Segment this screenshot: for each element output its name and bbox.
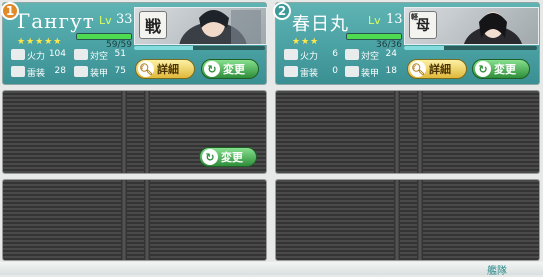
stat-torpedo: 雷装 28 xyxy=(11,65,66,79)
level-label: Lv xyxy=(99,14,112,27)
rarity-stars: ★★★ xyxy=(292,37,320,47)
stat-antiair: 対空 24 xyxy=(345,48,397,62)
hp-bar xyxy=(346,33,402,40)
ship-portrait[interactable]: 軽 母 xyxy=(404,7,539,45)
firepower-icon xyxy=(284,49,298,60)
hp-bar-fill xyxy=(77,34,131,39)
level-value: 13 xyxy=(386,12,403,27)
antiair-icon xyxy=(345,49,359,60)
ship-card-2: 2 春日丸 Lv 13 ★★★ 36/36 軽 母 火力 6 対空 24 雷装 … xyxy=(273,2,540,85)
shutter-seam xyxy=(121,180,127,260)
ship-card-1: 1 Гангут Lv 33 ★★★★★ 59/59 戦 火力 104 対空 5… xyxy=(1,2,267,85)
exp-bar xyxy=(134,46,265,50)
stat-firepower: 火力 104 xyxy=(11,48,66,62)
shutter-seam xyxy=(417,91,423,173)
stat-torpedo: 雷装 0 xyxy=(284,65,338,79)
swap-arrow-icon: ↻ xyxy=(204,61,220,77)
swap-arrow-icon: ↻ xyxy=(475,61,491,77)
detail-button[interactable]: 🔍︎ 詳細 xyxy=(407,59,467,79)
firepower-icon xyxy=(11,49,25,60)
empty-slot-3: ↻ 変更 xyxy=(2,90,267,174)
shutter-seam xyxy=(417,180,423,260)
shutter-seam xyxy=(144,91,150,173)
ship-type-icon: 軽 母 xyxy=(409,11,437,39)
empty-slot-4 xyxy=(275,90,540,174)
stat-armor: 装甲 18 xyxy=(345,65,397,79)
stat-antiair: 対空 51 xyxy=(74,48,126,62)
slot-number-badge: 2 xyxy=(273,2,291,20)
ship-portrait[interactable]: 戦 xyxy=(134,7,267,45)
level-value: 33 xyxy=(116,12,133,27)
bottom-strip xyxy=(0,262,543,275)
exp-bar-fill xyxy=(134,46,193,50)
hp-bar xyxy=(76,33,132,40)
armor-icon xyxy=(74,66,88,77)
exp-bar xyxy=(404,46,537,50)
stat-firepower: 火力 6 xyxy=(284,48,338,62)
antiair-icon xyxy=(74,49,88,60)
shutter-seam xyxy=(394,180,400,260)
rarity-stars: ★★★★★ xyxy=(17,37,63,47)
shutter-seam xyxy=(144,180,150,260)
magnifier-icon: 🔍︎ xyxy=(138,61,154,77)
magnifier-icon: 🔍︎ xyxy=(410,61,426,77)
exp-bar-fill xyxy=(404,46,444,50)
torpedo-icon xyxy=(11,66,25,77)
character-silhouette xyxy=(463,12,523,44)
change-button[interactable]: ↻ 変更 xyxy=(199,147,257,167)
empty-slot-6 xyxy=(275,179,540,261)
armor-icon xyxy=(345,66,359,77)
ship-type-icon: 戦 xyxy=(139,11,167,39)
level-label: Lv xyxy=(368,14,381,27)
change-button[interactable]: ↻ 変更 xyxy=(201,59,259,79)
ship-name: Гангут xyxy=(17,9,95,33)
shutter-seam xyxy=(394,91,400,173)
shutter-seam xyxy=(121,91,127,173)
empty-slot-5 xyxy=(2,179,267,261)
torpedo-icon xyxy=(284,66,298,77)
hp-bar-fill xyxy=(347,34,401,39)
change-button[interactable]: ↻ 変更 xyxy=(472,59,530,79)
stat-armor: 装甲 75 xyxy=(74,65,126,79)
swap-arrow-icon: ↻ xyxy=(202,149,218,165)
character-silhouette xyxy=(179,10,261,44)
detail-button[interactable]: 🔍︎ 詳細 xyxy=(135,59,195,79)
ship-name: 春日丸 xyxy=(292,14,349,35)
